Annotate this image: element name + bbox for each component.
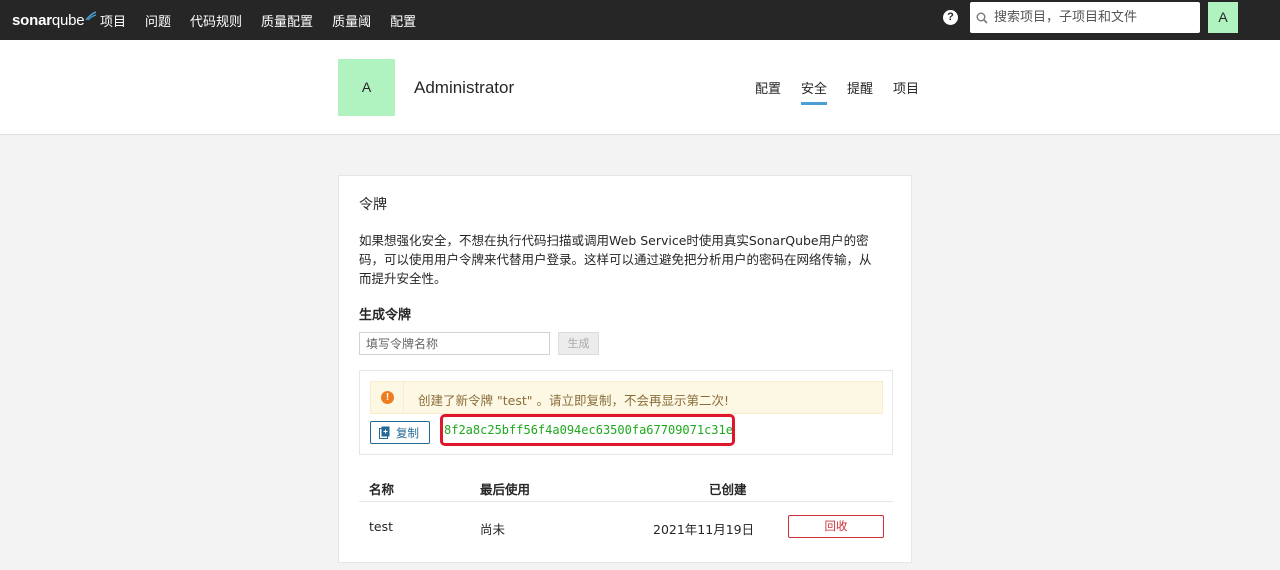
global-search[interactable] — [970, 2, 1200, 33]
col-created: 已创建 — [709, 482, 747, 497]
warning-icon-cell: ! — [371, 382, 404, 413]
created-cell: 2021年11月19日 — [653, 522, 755, 537]
col-name: 名称 — [369, 482, 395, 497]
tokens-table-header: 名称 最后使用 已创建 — [359, 472, 893, 502]
nav-issues[interactable]: 问题 — [145, 11, 171, 30]
copy-icon — [379, 426, 390, 439]
logo-text-qube: qube — [51, 11, 85, 29]
account-tabs: 配置 安全 提醒 项目 — [755, 78, 939, 105]
search-icon — [976, 12, 988, 24]
last-used-cell: 尚未 — [480, 522, 506, 537]
warning-icon: ! — [381, 391, 394, 404]
tokens-description: 如果想强化安全，不想在执行代码扫描或调用Web Service时使用真实Sona… — [359, 233, 872, 286]
top-navbar: sonarqube 项目 问题 代码规则 质量配置 质量阈 配置 ? A — [0, 0, 1280, 40]
logo-waves-icon — [85, 11, 97, 21]
help-icon[interactable]: ? — [943, 10, 958, 25]
warning-text: 创建了新令牌 "test" 。请立即复制，不会再显示第二次! — [418, 393, 729, 408]
copy-button[interactable]: 复制 — [370, 421, 430, 444]
table-row: test 尚未 2021年11月19日 回收 — [359, 512, 893, 540]
account-avatar: A — [338, 59, 395, 116]
token-name-cell: test — [369, 519, 394, 534]
account-name: Administrator — [414, 78, 515, 97]
tab-profile[interactable]: 配置 — [755, 78, 781, 105]
tab-security[interactable]: 安全 — [801, 78, 828, 105]
generate-button[interactable]: 生成 — [558, 332, 599, 355]
copy-button-label: 复制 — [396, 425, 419, 440]
nav-projects[interactable]: 项目 — [100, 11, 126, 30]
nav-quality-profiles[interactable]: 质量配置 — [261, 11, 313, 30]
main-nav: 项目 问题 代码规则 质量配置 质量阈 配置 — [100, 0, 435, 40]
new-token-warning: ! 创建了新令牌 "test" 。请立即复制，不会再显示第二次! — [370, 381, 883, 414]
tokens-title: 令牌 — [359, 197, 387, 213]
sonarqube-logo[interactable]: sonar qube — [12, 0, 97, 40]
user-avatar-button[interactable]: A — [1208, 2, 1238, 33]
revoke-button[interactable]: 回收 — [788, 515, 884, 538]
account-header: A Administrator 配置 安全 提醒 项目 — [0, 40, 1280, 135]
tab-notifications[interactable]: 提醒 — [847, 78, 873, 105]
search-input[interactable] — [994, 10, 1184, 25]
token-name-input[interactable] — [359, 332, 550, 355]
nav-administration[interactable]: 配置 — [390, 11, 416, 30]
tokens-card: 令牌 如果想强化安全，不想在执行代码扫描或调用Web Service时使用真实S… — [338, 175, 912, 563]
generate-token-title: 生成令牌 — [359, 308, 412, 323]
logo-text-sonar: sonar — [12, 11, 52, 29]
token-highlight-box — [440, 414, 735, 446]
nav-quality-gates[interactable]: 质量阈 — [332, 11, 371, 30]
col-last-used: 最后使用 — [480, 482, 531, 497]
nav-rules[interactable]: 代码规则 — [190, 11, 242, 30]
tab-projects[interactable]: 项目 — [893, 78, 919, 105]
